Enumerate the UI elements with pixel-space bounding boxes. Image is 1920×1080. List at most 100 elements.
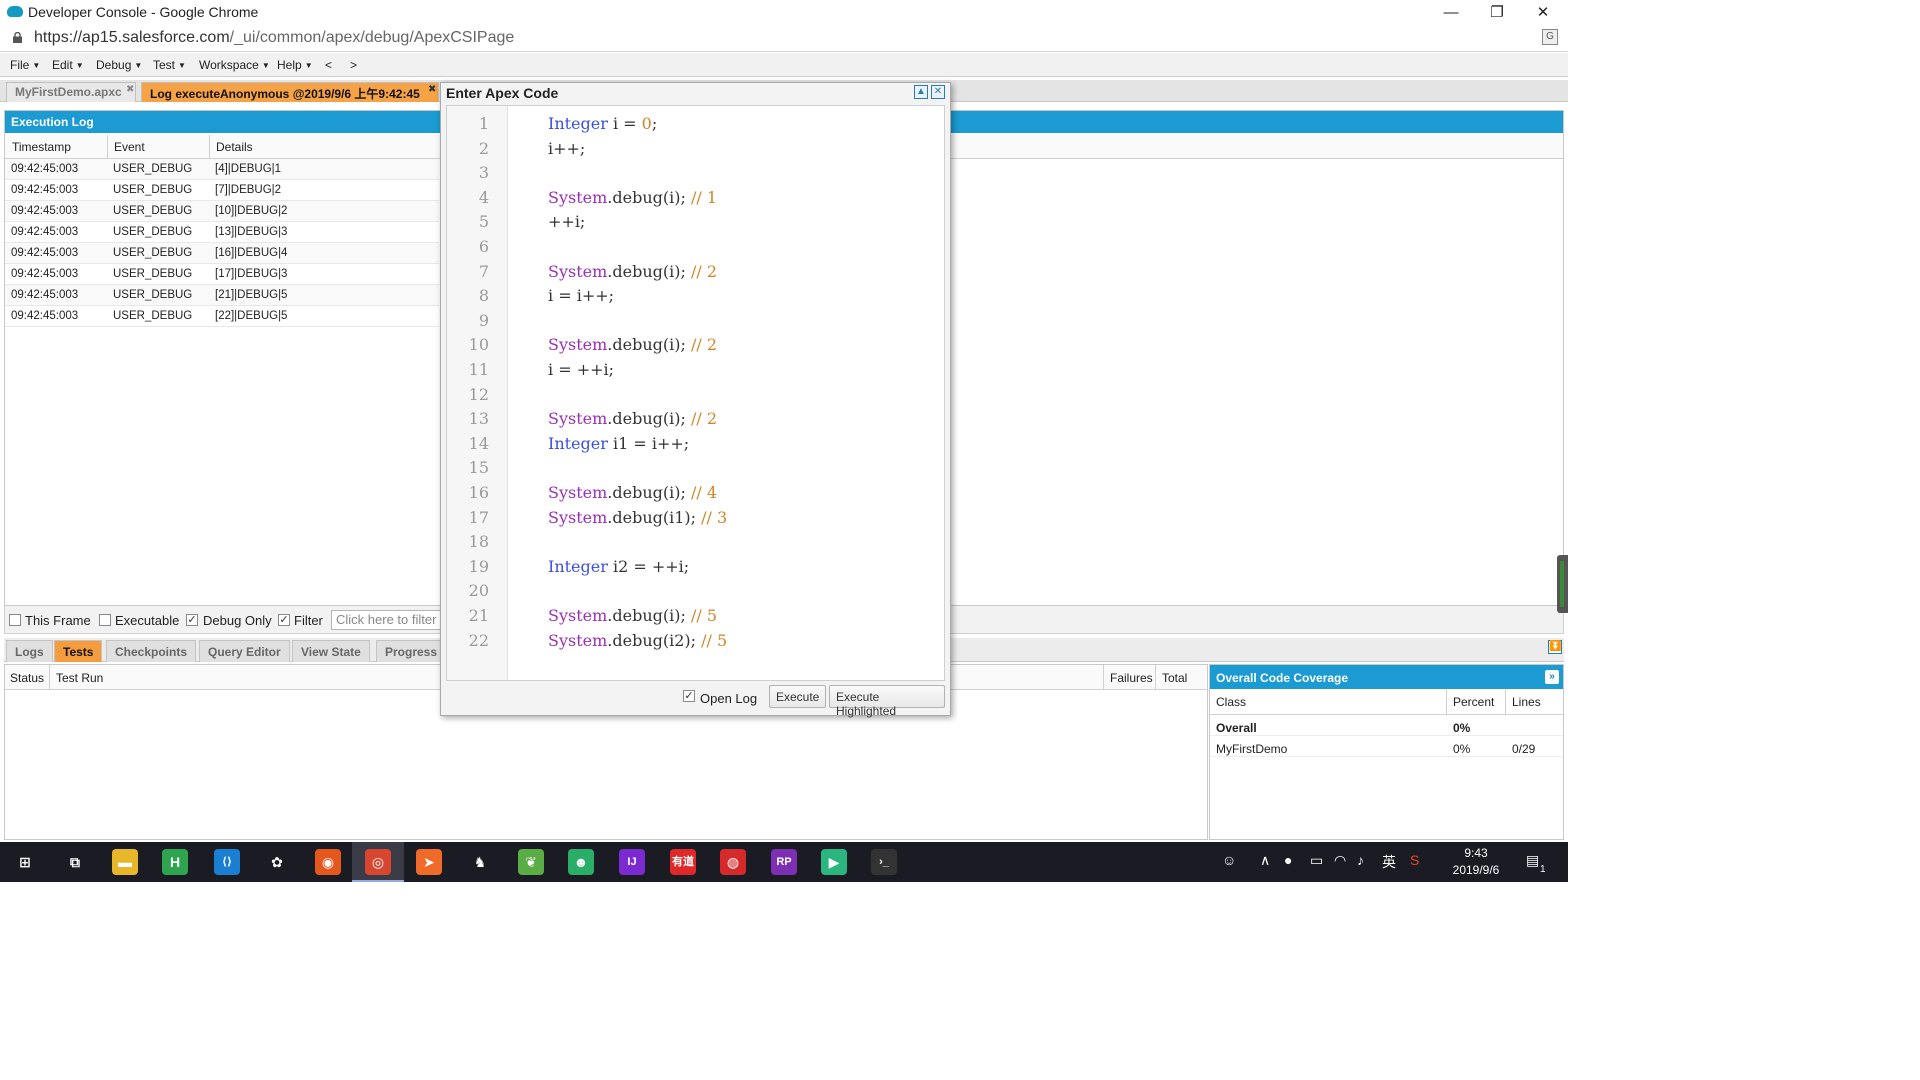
- column-divider[interactable]: [107, 135, 108, 159]
- menu-file[interactable]: File ▼: [10, 58, 40, 72]
- media-player-icon[interactable]: ▶: [821, 849, 847, 875]
- this-frame-checkbox[interactable]: [9, 614, 21, 626]
- battery-icon[interactable]: ▭: [1310, 852, 1323, 869]
- volume-icon[interactable]: ♪: [1357, 852, 1364, 868]
- system-clock[interactable]: 9:43 2019/9/6: [1448, 845, 1504, 879]
- tab-logs[interactable]: Logs: [6, 640, 53, 662]
- wifi-icon[interactable]: ◠: [1334, 852, 1346, 869]
- nav-forward-button[interactable]: >: [350, 58, 357, 72]
- code-line[interactable]: i++;: [548, 139, 585, 158]
- vscode-icon[interactable]: ⟨⟩: [214, 849, 240, 875]
- code-line[interactable]: System.debug(i); // 2: [548, 262, 717, 281]
- side-scroll-handle[interactable]: [1557, 555, 1568, 613]
- code-line[interactable]: i = i++;: [548, 286, 614, 305]
- code-line[interactable]: System.debug(i); // 5: [548, 606, 717, 625]
- code-line[interactable]: System.debug(i); // 2: [548, 335, 717, 354]
- collapse-panel-button[interactable]: ⏬: [1548, 640, 1562, 654]
- firefox-icon[interactable]: ◉: [315, 849, 341, 875]
- col-total[interactable]: Total: [1162, 671, 1187, 685]
- col-class[interactable]: Class: [1216, 695, 1246, 709]
- code-line[interactable]: i = ++i;: [548, 360, 614, 379]
- col-timestamp[interactable]: Timestamp: [12, 140, 71, 154]
- code-line[interactable]: System.debug(i2); // 5: [548, 631, 727, 650]
- log-row[interactable]: 09:42:45:003 USER_DEBUG [21]|DEBUG|5: [5, 285, 439, 306]
- filter-input[interactable]: Click here to filter the log: [331, 610, 446, 630]
- nav-back-button[interactable]: <: [325, 58, 332, 72]
- menu-debug[interactable]: Debug ▼: [96, 58, 142, 72]
- code-line[interactable]: System.debug(i1); // 3: [548, 508, 727, 527]
- spring-icon[interactable]: ❦: [518, 849, 544, 875]
- tab-myfirstdemo[interactable]: MyFirstDemo.apxc ✖: [6, 82, 136, 102]
- open-log-checkbox[interactable]: ✓: [683, 690, 695, 702]
- coverage-row-overall[interactable]: Overall 0%: [1210, 715, 1563, 736]
- coverage-row-class[interactable]: MyFirstDemo 0% 0/29: [1210, 736, 1563, 757]
- menu-help[interactable]: Help ▼: [277, 58, 313, 72]
- start-icon[interactable]: ⊞: [12, 849, 38, 875]
- col-details[interactable]: Details: [216, 140, 253, 154]
- column-divider[interactable]: [209, 135, 210, 159]
- restore-button[interactable]: ❐: [1474, 0, 1520, 24]
- tab-tests[interactable]: Tests: [54, 640, 103, 662]
- terminal-icon[interactable]: ›_: [871, 849, 897, 875]
- code-line[interactable]: Integer i2 = ++i;: [548, 557, 689, 576]
- axure-rp-icon[interactable]: RP: [771, 849, 797, 875]
- log-row[interactable]: 09:42:45:003 USER_DEBUG [16]|DEBUG|4: [5, 243, 439, 264]
- tab-progress[interactable]: Progress: [376, 640, 447, 662]
- intellij-icon[interactable]: IJ: [619, 849, 645, 875]
- ime-indicator[interactable]: 英: [1382, 852, 1396, 872]
- log-row[interactable]: 09:42:45:003 USER_DEBUG [17]|DEBUG|3: [5, 264, 439, 285]
- show-hidden-icons[interactable]: ∧: [1260, 852, 1270, 869]
- code-line[interactable]: ++i;: [548, 212, 585, 231]
- people-icon[interactable]: ☺: [1222, 852, 1236, 868]
- translate-icon[interactable]: G: [1542, 29, 1558, 45]
- menu-test[interactable]: Test ▼: [153, 58, 186, 72]
- col-failures[interactable]: Failures: [1110, 671, 1153, 685]
- menu-edit[interactable]: Edit ▼: [52, 58, 84, 72]
- executable-checkbox[interactable]: [99, 614, 111, 626]
- task-view-icon[interactable]: ⧉: [62, 849, 88, 875]
- execute-highlighted-button[interactable]: Execute Highlighted: [829, 685, 945, 718]
- code-line[interactable]: Integer i1 = i++;: [548, 434, 689, 453]
- maximize-dialog-icon[interactable]: ▲: [914, 85, 928, 99]
- minimize-button[interactable]: —: [1428, 0, 1474, 24]
- tab-view-state[interactable]: View State: [292, 640, 370, 662]
- tab-checkpoints[interactable]: Checkpoints: [106, 640, 197, 662]
- apex-code-editor[interactable]: 1 2 3 4 5 6 7 8 9 10 11 12 13 14 15 16 17 18 19 20 21 22 Inte…: [446, 105, 945, 681]
- log-row[interactable]: 09:42:45:003 USER_DEBUG [10]|DEBUG|2: [5, 201, 439, 222]
- code-line[interactable]: System.debug(i); // 4: [548, 483, 717, 502]
- sogou-ime-icon[interactable]: S: [1410, 852, 1419, 868]
- close-window-button[interactable]: ✕: [1520, 0, 1566, 24]
- address-bar[interactable]: https://ap15.salesforce.com/_ui/common/a…: [0, 24, 1568, 52]
- col-status[interactable]: Status: [10, 671, 44, 685]
- wechat-icon[interactable]: ☻: [568, 849, 594, 875]
- hbuilder-icon[interactable]: H: [162, 849, 188, 875]
- netease-music-icon[interactable]: ◍: [720, 849, 746, 875]
- log-row[interactable]: 09:42:45:003 USER_DEBUG [22]|DEBUG|5: [5, 306, 439, 327]
- log-row[interactable]: 09:42:45:003 USER_DEBUG [4]|DEBUG|1: [5, 159, 439, 180]
- code-line[interactable]: System.debug(i); // 1: [548, 188, 717, 207]
- notification-icon[interactable]: ▤: [1526, 852, 1539, 869]
- chrome-icon[interactable]: ◎: [365, 849, 391, 875]
- log-row[interactable]: 09:42:45:003 USER_DEBUG [7]|DEBUG|2: [5, 180, 439, 201]
- expand-icon[interactable]: »: [1545, 670, 1559, 684]
- col-event[interactable]: Event: [114, 140, 145, 154]
- col-lines[interactable]: Lines: [1512, 695, 1541, 709]
- file-explorer-icon[interactable]: ▬: [112, 849, 138, 875]
- execute-button[interactable]: Execute: [769, 685, 827, 708]
- close-tab-icon[interactable]: ✖: [126, 84, 134, 95]
- code-line[interactable]: Integer i = 0;: [548, 114, 657, 133]
- close-dialog-icon[interactable]: ✕: [931, 85, 945, 99]
- safari-like-icon[interactable]: ➤: [416, 849, 442, 875]
- menu-workspace[interactable]: Workspace ▼: [199, 58, 270, 72]
- log-row[interactable]: 09:42:45:003 USER_DEBUG [13]|DEBUG|3: [5, 222, 439, 243]
- tab-log-execute-anonymous[interactable]: Log executeAnonymous @2019/9/6 上午9:42:45…: [141, 82, 439, 102]
- tab-query-editor[interactable]: Query Editor: [199, 640, 290, 662]
- app-icon-10[interactable]: ♞: [467, 849, 493, 875]
- youdao-icon[interactable]: 有道: [670, 849, 696, 875]
- app-icon-6[interactable]: ✿: [264, 849, 290, 875]
- filter-checkbox[interactable]: ✓: [278, 614, 290, 626]
- col-test-run[interactable]: Test Run: [56, 671, 103, 685]
- code-line[interactable]: System.debug(i); // 2: [548, 409, 717, 428]
- debug-only-checkbox[interactable]: ✓: [186, 614, 198, 626]
- wechat-tray-icon[interactable]: ●: [1284, 852, 1292, 868]
